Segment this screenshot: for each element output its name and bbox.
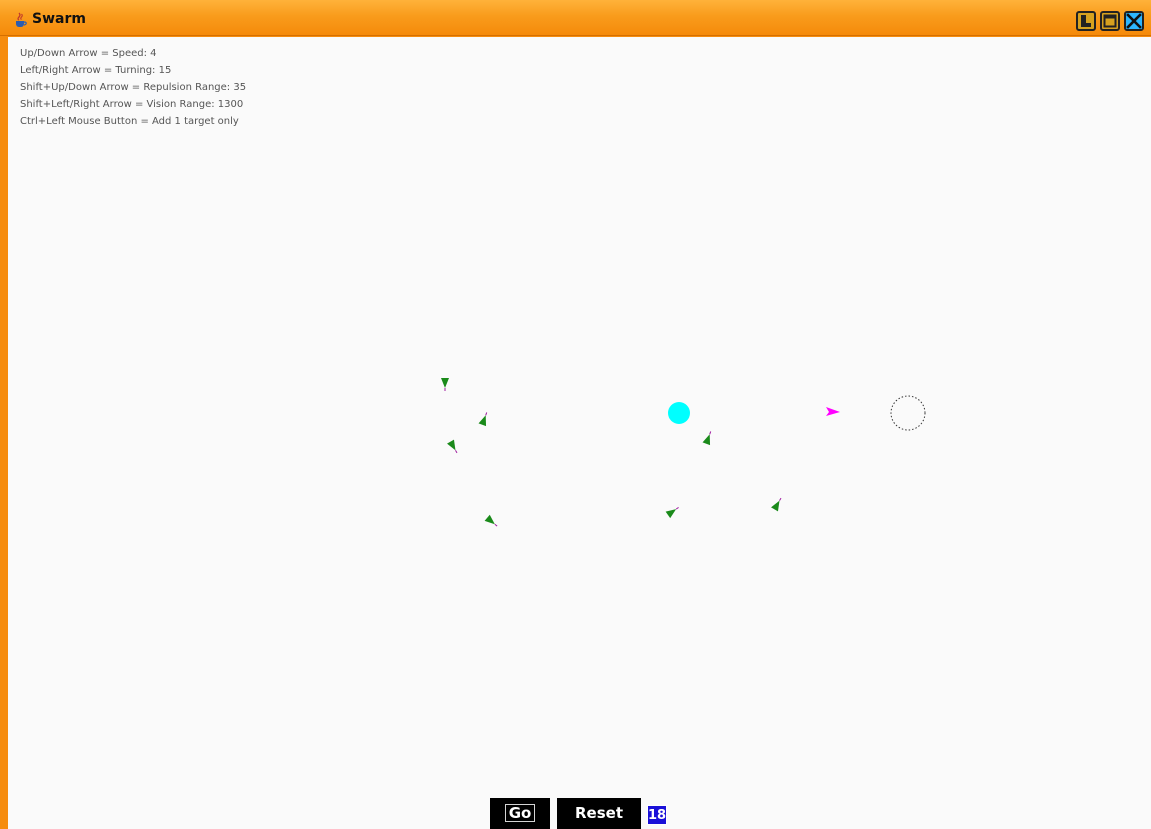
swarm-agent bbox=[665, 507, 679, 519]
target-dot bbox=[668, 402, 690, 424]
swarm-agent bbox=[771, 497, 782, 512]
reset-button[interactable]: Reset bbox=[557, 798, 641, 829]
swarm-field bbox=[441, 378, 926, 527]
close-icon bbox=[1126, 13, 1142, 29]
minimize-icon bbox=[1081, 15, 1091, 27]
go-button-label: Go bbox=[504, 804, 536, 822]
close-button[interactable] bbox=[1124, 11, 1144, 31]
java-cup-icon bbox=[16, 12, 27, 27]
swarm-agent bbox=[441, 378, 449, 391]
swarm-agent bbox=[702, 431, 712, 446]
leader-agent bbox=[826, 407, 840, 416]
simulation-canvas[interactable]: Up/Down Arrow = Speed: 4 Left/Right Arro… bbox=[8, 37, 1151, 829]
maximize-button[interactable] bbox=[1100, 11, 1120, 31]
maximize-icon bbox=[1103, 14, 1117, 28]
swarm-agent bbox=[447, 439, 458, 454]
vision-ring bbox=[890, 395, 926, 431]
swarm-agent bbox=[478, 412, 488, 427]
window-title: Swarm bbox=[32, 11, 86, 27]
go-button[interactable]: Go bbox=[490, 798, 550, 829]
title-bar[interactable]: Swarm bbox=[0, 0, 1151, 36]
swarm-agent bbox=[484, 514, 498, 527]
minimize-button[interactable] bbox=[1076, 11, 1096, 31]
agent-count-field[interactable]: 18 bbox=[647, 805, 667, 825]
app-window: Swarm Up/Down Arrow = Speed: 4 Left/Righ… bbox=[0, 0, 1151, 829]
